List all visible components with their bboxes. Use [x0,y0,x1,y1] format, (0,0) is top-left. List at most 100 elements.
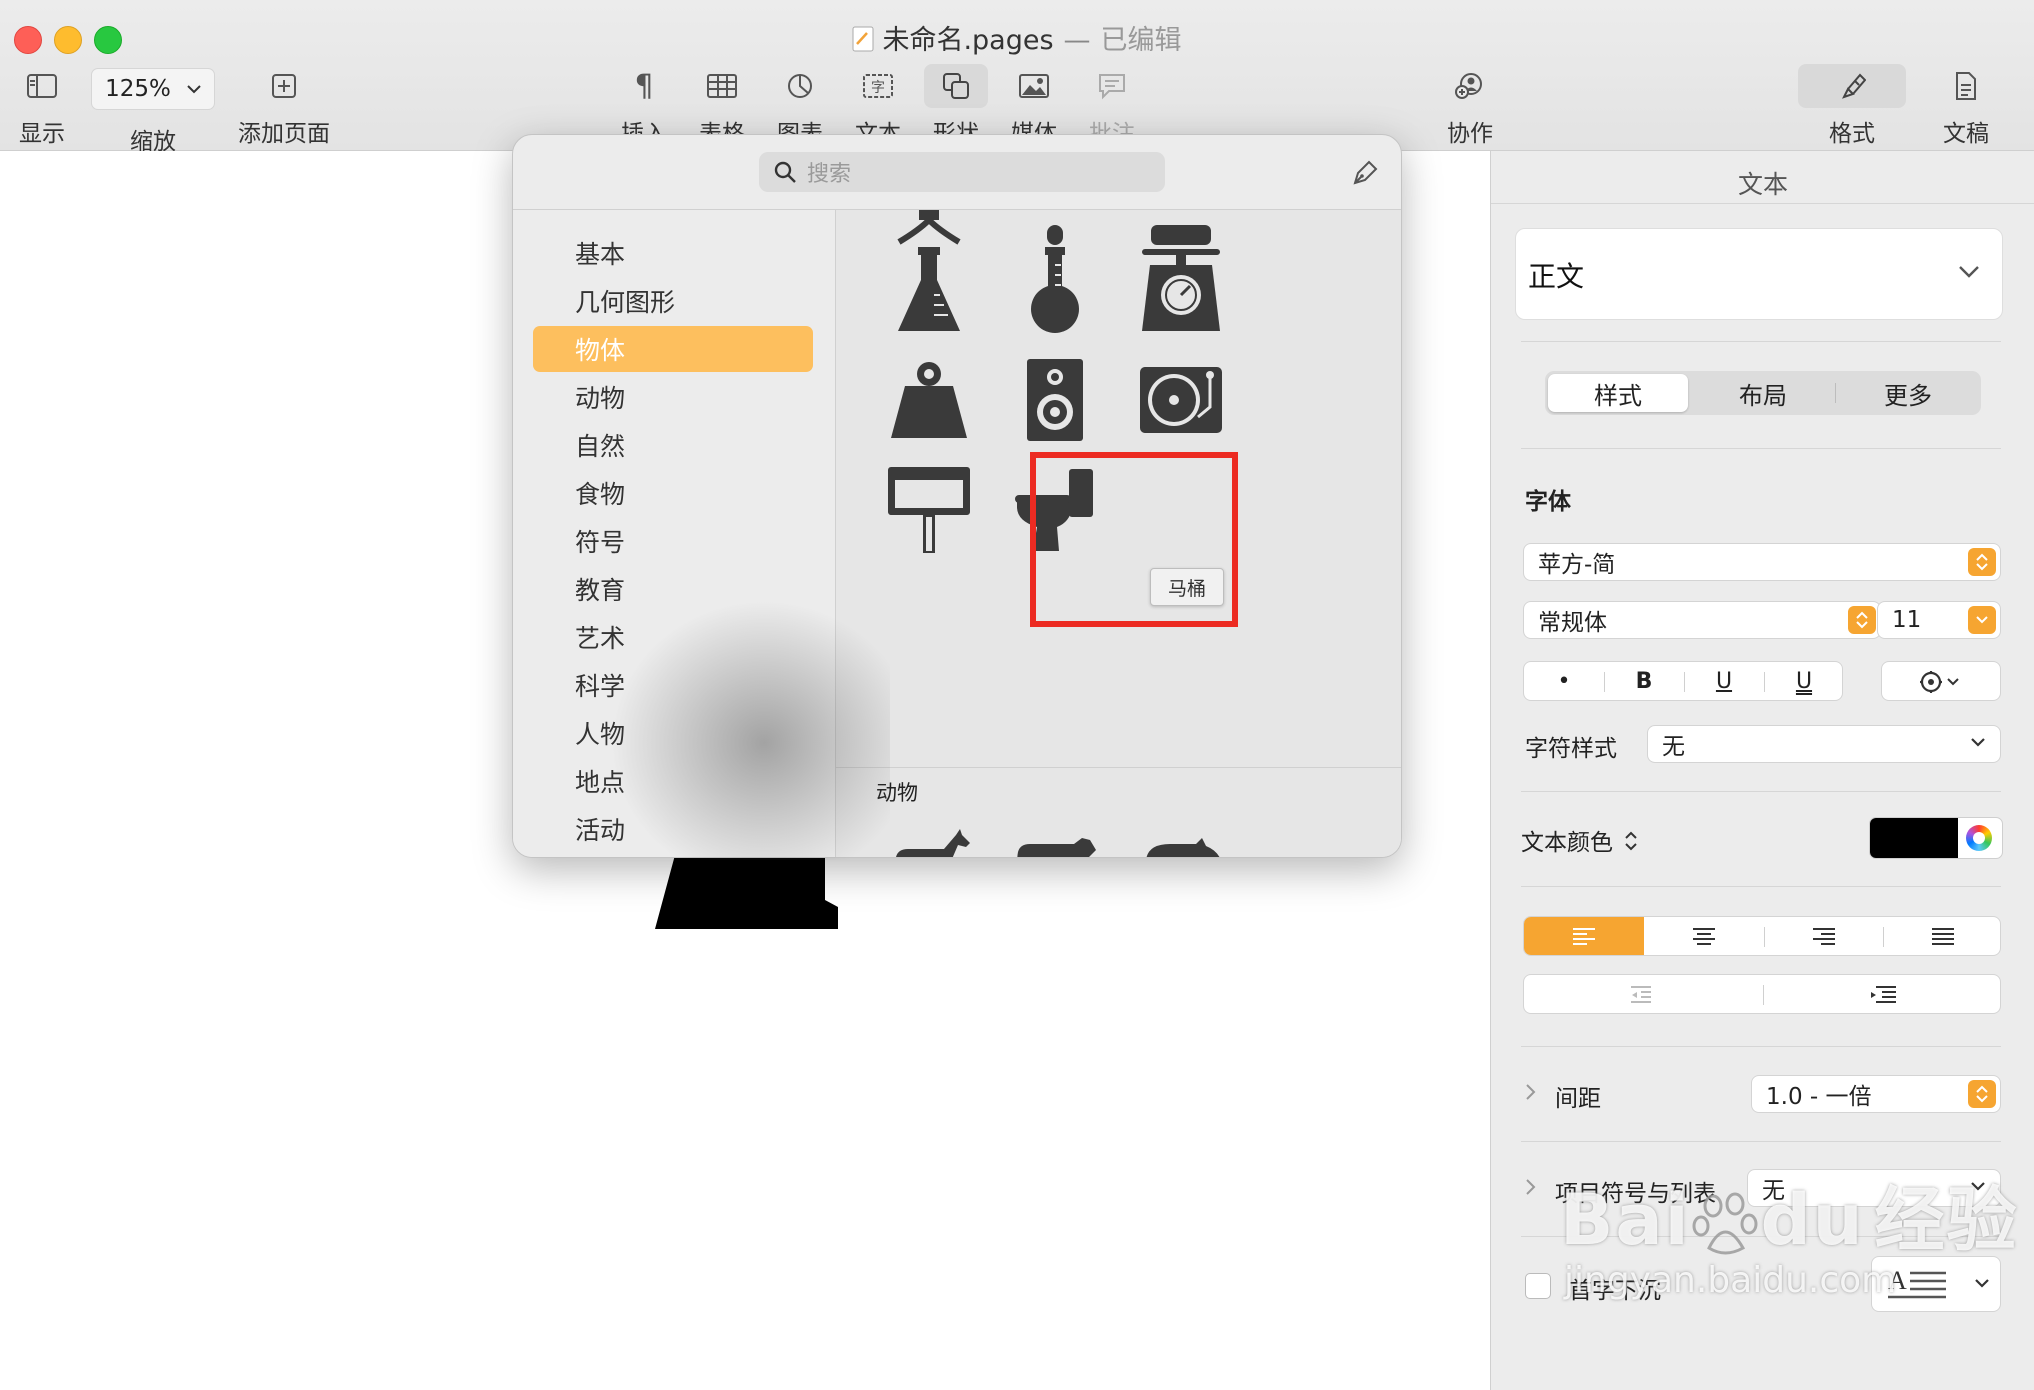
sidebar-divider [1521,1236,2001,1237]
sidebar-divider [1521,1141,2001,1142]
collaborate-button[interactable]: 协作 [1438,64,1502,148]
speaker-icon[interactable] [1000,350,1110,450]
category-science[interactable]: 科学 [533,662,813,708]
pig-icon[interactable] [1126,815,1236,857]
sidebar-divider [1521,448,2001,449]
paragraph-style-value: 正文 [1528,260,1585,293]
text-options-gear-button[interactable] [1881,661,2001,701]
add-page-button[interactable]: 添加页面 [238,64,330,148]
color-wheel-icon[interactable] [1966,825,1992,851]
more-styles-button[interactable]: • [1524,662,1604,700]
category-symbols[interactable]: 符号 [533,518,813,564]
draw-shape-pen-icon[interactable] [1351,157,1381,187]
align-right-icon [1811,926,1837,946]
annotation-highlight-box [1030,452,1238,627]
format-button[interactable]: 格式 [1798,64,1906,148]
file-name: 未命名.pages [882,25,1054,56]
underline-button[interactable]: U [1684,662,1764,700]
bullets-popup[interactable]: 无 [1747,1169,2001,1207]
svg-text:A: A [1888,1266,1907,1295]
chevron-down-icon [1968,606,1996,634]
category-objects[interactable]: 物体 [533,326,813,372]
shapes-icon [924,64,988,108]
category-food[interactable]: 食物 [533,470,813,516]
outdent-icon [1629,984,1659,1004]
text-style-buttons: • B U U [1523,661,1843,701]
font-size-field[interactable]: 11 [1877,601,2001,639]
shape-search-field[interactable]: 搜索 [759,152,1165,192]
collaborate-icon [1438,64,1502,108]
shape-category-list: 基本 几何图形 物体 动物 自然 食物 符号 教育 艺术 科学 人物 地点 活动 [513,210,836,857]
category-geometry[interactable]: 几何图形 [533,278,813,324]
indent-buttons [1523,974,2001,1014]
round-flask-icon[interactable] [1000,240,1110,340]
chevron-down-icon [187,84,201,94]
category-animals[interactable]: 动物 [533,374,813,420]
document-icon [1934,64,1998,108]
bullets-label: 项目符号与列表 [1555,1181,1716,1207]
chevron-down-icon [1958,265,1980,279]
spacing-disclosure[interactable] [1525,1083,1537,1101]
window-title: 未命名.pages — 已编辑 [0,18,2034,57]
increase-indent-button[interactable] [1763,975,2002,1013]
font-weight-popup[interactable]: 常规体 [1523,601,1881,639]
cow-icon[interactable] [1000,815,1110,857]
category-nature[interactable]: 自然 [533,422,813,468]
plus-square-icon [252,64,316,108]
sign-board-icon[interactable] [874,460,984,560]
text-color-label-text: 文本颜色 [1521,830,1613,856]
align-center-button[interactable] [1644,917,1764,955]
tab-separator [1835,383,1836,403]
inserted-shape[interactable] [655,855,839,929]
view-button[interactable]: 显示 [10,64,74,148]
font-weight-value: 常规体 [1538,610,1607,636]
turntable-icon[interactable] [1126,350,1236,450]
bold-button[interactable]: B [1604,662,1684,700]
category-basic[interactable]: 基本 [533,230,813,276]
dropcap-checkbox[interactable] [1525,1273,1551,1299]
zoom-value: 125% [105,76,171,102]
align-right-button[interactable] [1764,917,1883,955]
char-style-popup[interactable]: 无 [1647,725,2001,763]
char-style-label: 字符样式 [1525,736,1617,762]
align-left-button[interactable] [1524,917,1644,955]
spacing-value: 1.0 - 一倍 [1766,1084,1872,1110]
text-tabs: 样式 布局 更多 [1545,371,1981,415]
pilcrow-icon: ¶ [634,68,654,104]
tab-layout[interactable]: 布局 [1693,374,1833,412]
title-separator: — [1063,25,1091,56]
sidebar-divider [1521,1046,2001,1047]
tab-style[interactable]: 样式 [1548,374,1688,412]
category-arts[interactable]: 艺术 [533,614,813,660]
svg-text:字: 字 [871,80,885,96]
paragraph-style-popup[interactable]: 正文 [1515,228,2003,320]
align-center-icon [1691,926,1717,946]
category-education[interactable]: 教育 [533,566,813,612]
weight-icon[interactable] [874,350,984,450]
decrease-indent-button[interactable] [1524,975,1763,1013]
text-color-well[interactable] [1869,817,2003,859]
category-activities[interactable]: 活动 [533,806,813,852]
table-icon [690,64,754,108]
category-people[interactable]: 人物 [533,710,813,756]
search-icon [773,160,797,184]
justify-button[interactable] [1883,917,2002,955]
flask-icon[interactable] [874,240,984,340]
text-color-label[interactable]: 文本颜色 [1521,823,1638,857]
strikethrough-button[interactable]: U [1764,662,1844,700]
sidebar-icon [10,64,74,108]
font-family-value: 苹方-简 [1538,552,1616,578]
zoom-popup[interactable]: 125% [91,68,215,110]
sidebar-divider [1521,886,2001,887]
indent-icon [1868,984,1898,1004]
horse-icon[interactable] [874,815,984,857]
dropcap-style-popup[interactable]: A [1871,1256,2001,1312]
scale-icon[interactable] [1126,240,1236,340]
font-family-popup[interactable]: 苹方-简 [1523,543,2001,581]
sidebar-title: 文本 [1737,170,1788,199]
category-places[interactable]: 地点 [533,758,813,804]
document-button[interactable]: 文稿 [1934,64,1998,148]
bullets-disclosure[interactable] [1525,1178,1537,1196]
tab-more[interactable]: 更多 [1838,374,1978,412]
spacing-popup[interactable]: 1.0 - 一倍 [1751,1075,2001,1113]
